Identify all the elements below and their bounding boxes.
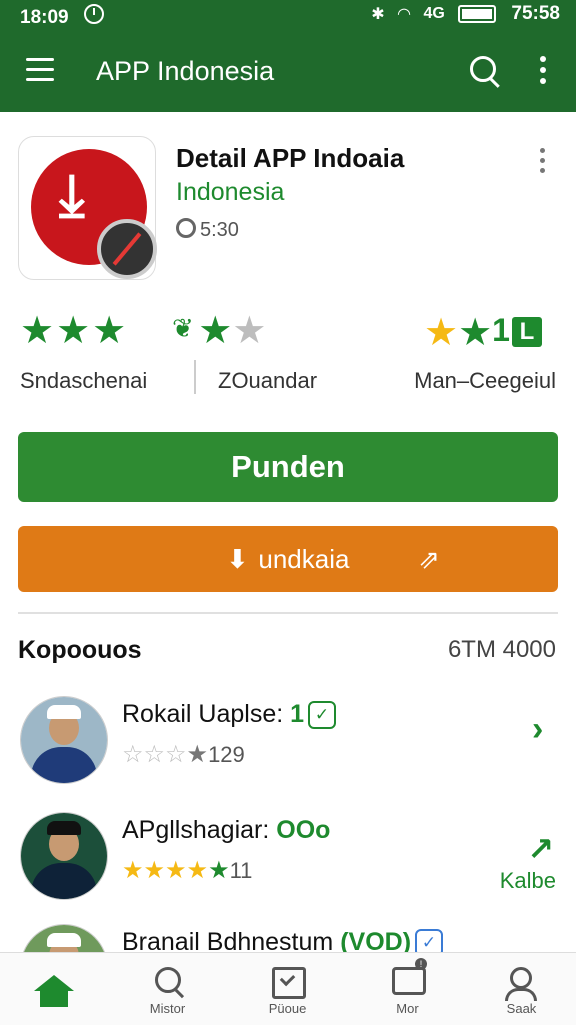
- app-developer[interactable]: Indonesia: [176, 178, 284, 207]
- nav-search[interactable]: Mistor: [110, 953, 225, 1025]
- badge-icon: ❦: [172, 313, 194, 343]
- section-title: Kopoouos: [18, 636, 142, 664]
- alarm-icon: [83, 4, 104, 24]
- signal-icon: 4G: [423, 4, 445, 22]
- list-item-action[interactable]: Kalbe: [500, 868, 556, 894]
- chevron-right-icon[interactable]: ›: [532, 710, 543, 749]
- search-icon[interactable]: [470, 56, 496, 82]
- wifi-icon: ◠: [397, 5, 411, 23]
- divider: [18, 612, 558, 614]
- bottom-nav: Mistor Püoue Mor Saak: [0, 952, 576, 1025]
- home-icon: [34, 975, 74, 1007]
- badge-square-icon: L: [511, 317, 542, 347]
- share-icon[interactable]: ⇗: [418, 526, 440, 592]
- share-arrow-icon[interactable]: ↗: [527, 830, 554, 868]
- overflow-menu-icon[interactable]: [540, 56, 546, 86]
- nav-tasks[interactable]: Püoue: [230, 953, 345, 1025]
- clock-icon: [176, 218, 196, 238]
- app-bar: APP Indonesia: [0, 28, 576, 112]
- app-time: 5:30: [176, 218, 239, 242]
- list-item-tag: OOo: [276, 816, 331, 844]
- primary-button[interactable]: Punden: [18, 432, 558, 502]
- rating-label-left: Sndaschenai: [20, 368, 148, 393]
- nav-label: Saak: [506, 1001, 537, 1016]
- task-icon: [272, 967, 306, 999]
- list-item-name: Rokail Uaplse:: [122, 700, 284, 728]
- nav-label: Mor: [396, 1001, 419, 1016]
- list-item[interactable]: Rokail Uaplse: 1 ✓ ☆☆☆★129 ›: [0, 696, 576, 806]
- battery-icon: [458, 4, 497, 23]
- status-bar: 18:09 ✱ ◠ 4G 75:58: [0, 0, 576, 28]
- user-icon: [505, 967, 537, 1001]
- list-item-rating: ☆☆☆★129: [122, 741, 245, 768]
- download-icon: ⬇: [226, 544, 249, 574]
- verified-icon: ✓: [308, 701, 337, 729]
- list-item[interactable]: APgllshagiar: OOo ★★★★★11 ↗ Kalbe: [0, 812, 576, 922]
- list-item-tag: 1: [290, 700, 305, 728]
- status-right-time: 75:58: [511, 3, 560, 24]
- rating-number: 1: [492, 312, 510, 348]
- nav-label: Mistor: [149, 1001, 186, 1016]
- menu-icon[interactable]: [26, 58, 54, 81]
- download-button[interactable]: ⬇ undkaia ⇗: [18, 526, 558, 592]
- rating-stars-right: ★★1 L: [424, 312, 542, 352]
- status-time: 18:09: [20, 7, 69, 28]
- list-item-name: APgllshagiar:: [122, 816, 270, 844]
- avatar: [20, 696, 108, 784]
- app-bar-title: APP Indonesia: [96, 56, 275, 86]
- list-item-rating: ★★★★★11: [122, 857, 253, 884]
- app-icon: ⤓: [18, 136, 157, 280]
- rating-stars-mid: ❦ ★★: [172, 310, 267, 352]
- rating-stars-left: ★★★: [20, 310, 129, 352]
- chat-icon: [392, 958, 427, 995]
- app-time-value: 5:30: [200, 219, 239, 241]
- nav-messages[interactable]: Mor: [350, 953, 465, 1025]
- detail-more-icon[interactable]: [540, 148, 545, 178]
- nav-home[interactable]: [0, 953, 115, 1025]
- compass-icon: [97, 219, 157, 279]
- app-title: Detail APP Indoaia: [176, 143, 405, 173]
- rating-label-mid: ZOuandar: [218, 368, 318, 393]
- rating-label-right: Man–Ceegeiul: [414, 368, 556, 393]
- download-glyph-icon: ⤓: [59, 163, 85, 228]
- divider: [194, 360, 196, 394]
- download-button-label: undkaia: [258, 544, 350, 574]
- section-count: 6TM 4000: [447, 636, 556, 663]
- bluetooth-icon: ✱: [371, 5, 385, 23]
- avatar: [20, 812, 108, 900]
- nav-label: Püoue: [268, 1001, 307, 1016]
- nav-profile[interactable]: Saak: [464, 953, 576, 1025]
- search-icon: [155, 967, 181, 993]
